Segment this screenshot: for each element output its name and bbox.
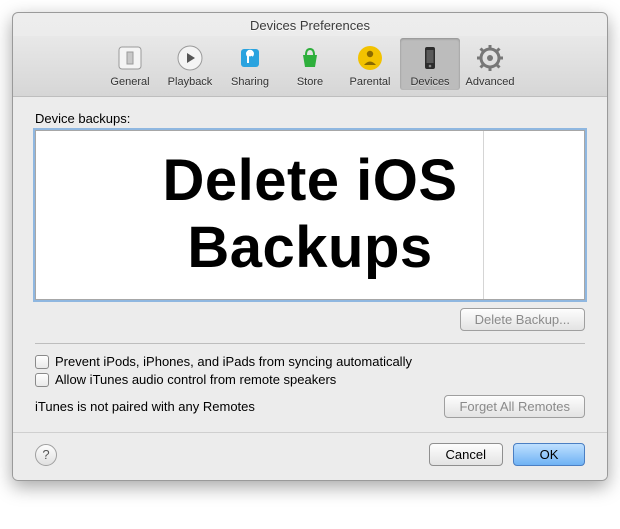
- toolbar-tab-sharing[interactable]: Sharing: [220, 38, 280, 90]
- window-footer: ? Cancel OK: [13, 432, 607, 480]
- allow-remote-audio-checkbox[interactable]: [35, 373, 49, 387]
- store-icon: [294, 42, 326, 74]
- toolbar-label: Sharing: [231, 76, 269, 88]
- toolbar-tab-parental[interactable]: Parental: [340, 38, 400, 90]
- allow-remote-audio-label: Allow iTunes audio control from remote s…: [55, 372, 336, 387]
- playback-icon: [174, 42, 206, 74]
- device-backups-list[interactable]: Delete iOS Backups: [35, 130, 585, 300]
- column-divider: [483, 131, 484, 299]
- preferences-toolbar: General Playback Sharing Store Parental: [13, 36, 607, 97]
- prevent-sync-checkbox[interactable]: [35, 355, 49, 369]
- device-backups-label: Device backups:: [35, 111, 585, 126]
- toolbar-tab-advanced[interactable]: Advanced: [460, 38, 520, 90]
- toolbar-label: Devices: [410, 76, 449, 88]
- cancel-button[interactable]: Cancel: [429, 443, 503, 466]
- sharing-icon: [234, 42, 266, 74]
- toolbar-label: General: [110, 76, 149, 88]
- help-button[interactable]: ?: [35, 444, 57, 466]
- general-icon: [114, 42, 146, 74]
- forget-all-remotes-button[interactable]: Forget All Remotes: [444, 395, 585, 418]
- preferences-window: Devices Preferences General Playback Sha…: [12, 12, 608, 481]
- toolbar-label: Playback: [168, 76, 213, 88]
- toolbar-tab-devices[interactable]: Devices: [400, 38, 460, 90]
- window-body: Device backups: Delete iOS Backups Delet…: [13, 97, 607, 432]
- prevent-sync-label: Prevent iPods, iPhones, and iPads from s…: [55, 354, 412, 369]
- toolbar-tab-store[interactable]: Store: [280, 38, 340, 90]
- toolbar-label: Store: [297, 76, 323, 88]
- toolbar-label: Parental: [350, 76, 391, 88]
- window-title: Devices Preferences: [13, 13, 607, 36]
- remotes-status-text: iTunes is not paired with any Remotes: [35, 399, 255, 414]
- overlay-text: Delete iOS Backups: [36, 148, 584, 281]
- ok-button[interactable]: OK: [513, 443, 585, 466]
- toolbar-tab-general[interactable]: General: [100, 38, 160, 90]
- toolbar-label: Advanced: [466, 76, 515, 88]
- devices-icon: [414, 42, 446, 74]
- toolbar-tab-playback[interactable]: Playback: [160, 38, 220, 90]
- help-icon: ?: [42, 447, 49, 462]
- delete-backup-button[interactable]: Delete Backup...: [460, 308, 585, 331]
- separator: [35, 343, 585, 344]
- gear-icon: [474, 42, 506, 74]
- parental-icon: [354, 42, 386, 74]
